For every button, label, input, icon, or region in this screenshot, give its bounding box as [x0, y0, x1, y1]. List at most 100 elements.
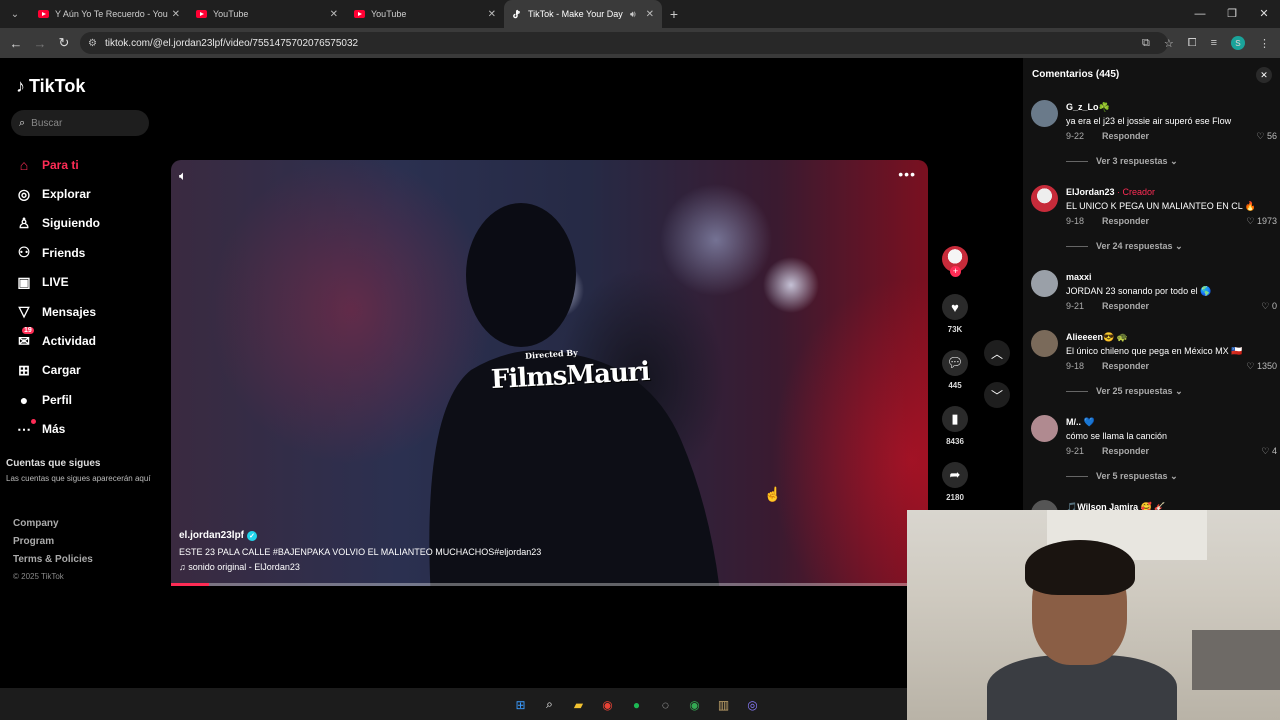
- close-icon[interactable]: ✕: [488, 9, 496, 20]
- bookmark-star-icon[interactable]: ☆: [1164, 37, 1174, 50]
- back-icon[interactable]: ←: [4, 36, 28, 51]
- follow-plus-icon[interactable]: +: [950, 266, 961, 277]
- comment-user[interactable]: maxxi: [1066, 272, 1092, 282]
- heart-icon: ♥: [942, 294, 968, 320]
- sidebar-item-siguiendo[interactable]: ♙ Siguiendo: [14, 209, 164, 238]
- previous-video-button[interactable]: ︿: [984, 340, 1010, 366]
- comment-likes[interactable]: ♡ 56: [1256, 131, 1277, 142]
- footer-link-program[interactable]: Program: [13, 536, 93, 554]
- footer-link-company[interactable]: Company: [13, 518, 93, 536]
- close-icon[interactable]: ✕: [330, 9, 338, 20]
- search-input[interactable]: ⌕ Buscar: [11, 110, 149, 136]
- reply-button[interactable]: Responder: [1102, 131, 1149, 141]
- folder-icon[interactable]: ▰: [568, 694, 589, 715]
- forward-icon[interactable]: →: [28, 36, 52, 51]
- video-sound[interactable]: ♫ sonido original - ElJordan23: [179, 562, 779, 572]
- spotify-icon[interactable]: ●: [626, 694, 647, 715]
- menu-kebab-icon[interactable]: ⋮: [1259, 37, 1270, 50]
- upload-icon: ⊞: [18, 361, 30, 378]
- new-tab-button[interactable]: +: [662, 6, 686, 22]
- speaker-icon[interactable]: 🔊︎: [630, 9, 636, 20]
- windows-icon[interactable]: ⊞: [510, 694, 531, 715]
- comment-user[interactable]: M/.. 💙: [1066, 417, 1095, 428]
- tiktok-logo[interactable]: ♪ TikTok: [16, 76, 85, 97]
- verified-icon: ✓: [247, 530, 258, 541]
- install-icon[interactable]: ⧉: [1142, 37, 1150, 50]
- avatar[interactable]: [1031, 270, 1058, 297]
- reply-button[interactable]: Responder: [1102, 301, 1149, 311]
- reply-button[interactable]: Responder: [1102, 216, 1149, 226]
- more-options-icon[interactable]: •••: [898, 166, 916, 182]
- sidebar-item-perfil[interactable]: ● Perfil: [14, 385, 164, 414]
- comment-user[interactable]: G_z_Lo☘️: [1066, 102, 1110, 113]
- browser-tab-bar: ⌄ Y Aún Yo Te Recuerdo - YouTube ✕ YouTu…: [0, 0, 1280, 28]
- profile-avatar[interactable]: s: [1231, 36, 1245, 50]
- extensions-icon[interactable]: ⧠: [1188, 37, 1197, 50]
- volume-icon[interactable]: 🔈︎: [179, 168, 187, 184]
- view-replies-button[interactable]: Ver 24 respuestas ⌄: [1066, 241, 1183, 252]
- browser-tab-active[interactable]: TikTok - Make Your Day 🔊︎ ✕: [504, 0, 662, 28]
- site-info-icon[interactable]: ⚙: [88, 38, 97, 49]
- comment-user[interactable]: Alieeeen😎 🐢: [1066, 332, 1128, 343]
- comment-action[interactable]: 💬︎ 445: [940, 350, 970, 390]
- search-icon[interactable]: ⌕: [539, 694, 560, 715]
- comment-likes[interactable]: ♡ 1973: [1246, 216, 1277, 227]
- reload-icon[interactable]: ↻: [52, 35, 76, 51]
- comment-user[interactable]: 🎵Wilson Jamira 🥰 🎸: [1066, 502, 1166, 510]
- browser-tab[interactable]: YouTube ✕: [346, 0, 504, 28]
- sidebar-item-live[interactable]: ▣ LIVE: [14, 268, 164, 297]
- comment-likes[interactable]: ♡ 4: [1261, 446, 1277, 457]
- comment-user[interactable]: ElJordan23 · Creador: [1066, 187, 1155, 197]
- close-icon[interactable]: ✕: [646, 9, 654, 20]
- sidebar-item-actividad[interactable]: ✉ 19 Actividad: [14, 326, 164, 355]
- avatar[interactable]: [1031, 415, 1058, 442]
- sidebar-item-cargar[interactable]: ⊞ Cargar: [14, 356, 164, 385]
- avatar[interactable]: [1031, 330, 1058, 357]
- sidebar-item-para-ti[interactable]: ⌂ Para ti: [14, 150, 164, 179]
- tab-search-button[interactable]: ⌄: [4, 5, 26, 23]
- reply-button[interactable]: Responder: [1102, 361, 1149, 371]
- browser-tab[interactable]: Y Aún Yo Te Recuerdo - YouTube ✕: [30, 0, 188, 28]
- footer-link-terms[interactable]: Terms & Policies: [13, 554, 93, 572]
- close-comments-button[interactable]: ✕: [1256, 67, 1272, 83]
- like-action[interactable]: ♥ 73K: [940, 294, 970, 334]
- next-video-button[interactable]: ﹀: [984, 382, 1010, 408]
- os-taskbar: ⊞ ⌕ ▰ ◉ ● ◌ ◉ ▥ ◎: [0, 688, 907, 720]
- view-replies-label: Ver 24 respuestas: [1096, 241, 1173, 251]
- reading-list-icon[interactable]: ≡: [1211, 37, 1217, 49]
- sidebar-item-explorar[interactable]: ◎ Explorar: [14, 179, 164, 208]
- view-replies-button[interactable]: Ver 3 respuestas ⌄: [1066, 156, 1178, 167]
- share-action[interactable]: ➦ 2180: [940, 462, 970, 502]
- avatar[interactable]: [1031, 500, 1058, 510]
- browser-tab[interactable]: YouTube ✕: [188, 0, 346, 28]
- youtube-icon: [38, 10, 49, 18]
- save-action[interactable]: ▮ 8436: [940, 406, 970, 446]
- obs-icon[interactable]: ◌: [655, 694, 676, 715]
- comment-likes[interactable]: ♡ 0: [1261, 301, 1277, 312]
- video-progress-bar[interactable]: [171, 583, 928, 586]
- chrome-alt-icon[interactable]: ◉: [684, 694, 705, 715]
- avatar[interactable]: [1031, 185, 1058, 212]
- window-close-icon[interactable]: ✕: [1248, 0, 1280, 28]
- sidebar-item-friends[interactable]: ⚇ Friends: [14, 238, 164, 267]
- close-icon: ✕: [1260, 69, 1268, 80]
- minimize-icon[interactable]: —: [1184, 0, 1216, 28]
- sidebar-item-mensajes[interactable]: ▽ Mensajes: [14, 297, 164, 326]
- app-icon[interactable]: ◎: [742, 694, 763, 715]
- video-author[interactable]: el.jordan23lpf ✓: [179, 530, 779, 541]
- sidebar-item-label: Mensajes: [42, 304, 97, 319]
- chrome-icon[interactable]: ◉: [597, 694, 618, 715]
- reply-button[interactable]: Responder: [1102, 446, 1149, 456]
- view-replies-button[interactable]: Ver 25 respuestas ⌄: [1066, 386, 1183, 397]
- video-player[interactable]: 🔈︎ ••• Directed By FilmsMauri el.jordan2…: [171, 160, 928, 586]
- comment-date: 9-22: [1066, 131, 1085, 141]
- creator-avatar[interactable]: +: [942, 246, 968, 277]
- files-icon[interactable]: ▥: [713, 694, 734, 715]
- maximize-icon[interactable]: ❐: [1216, 0, 1248, 28]
- view-replies-button[interactable]: Ver 5 respuestas ⌄: [1066, 471, 1178, 482]
- sidebar-item-mas[interactable]: ⋯ Más: [14, 415, 164, 444]
- avatar[interactable]: [1031, 100, 1058, 127]
- close-icon[interactable]: ✕: [172, 9, 180, 20]
- address-bar[interactable]: ⚙ tiktok.com/@el.jordan23lpf/video/75514…: [80, 32, 1168, 54]
- comment-likes[interactable]: ♡ 1350: [1246, 361, 1277, 372]
